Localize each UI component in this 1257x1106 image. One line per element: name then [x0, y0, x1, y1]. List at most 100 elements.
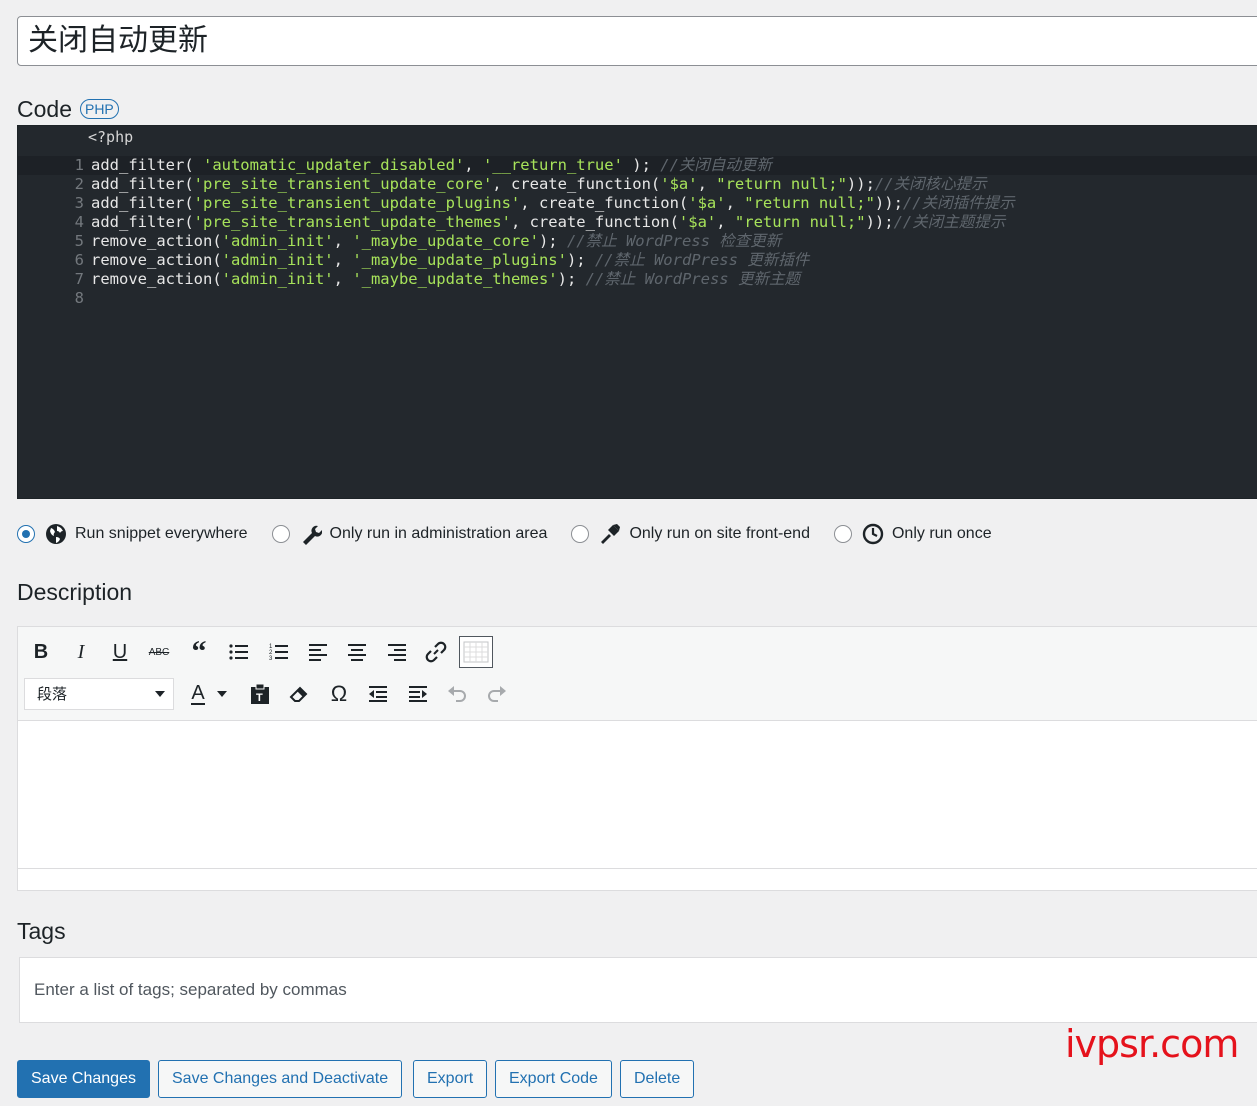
code-text: , [725, 194, 745, 212]
php-open-tag: <?php [88, 128, 134, 146]
undo-icon[interactable] [442, 679, 472, 709]
align-center-icon[interactable] [342, 637, 372, 667]
save-button[interactable]: Save Changes [17, 1060, 150, 1098]
redo-icon[interactable] [482, 679, 512, 709]
line-number: 6 [74, 251, 84, 269]
scope-radio-admin[interactable] [271, 525, 290, 543]
code-comment: //禁止 WordPress 更新主题 [585, 270, 800, 288]
blockquote-icon[interactable]: “ [184, 635, 214, 668]
scope-radio-frontend[interactable] [571, 525, 590, 543]
code-string: 'pre_site_transient_update_plugins' [193, 194, 521, 212]
clock-icon [862, 523, 884, 545]
scope-option-frontend[interactable]: Only run on site front-end [571, 523, 810, 545]
bullet-list-icon[interactable] [224, 637, 254, 667]
code-string: 'admin_init' [221, 232, 334, 250]
code-text: , [333, 232, 353, 250]
code-label: Code [17, 96, 72, 122]
code-string: 'automatic_updater_disabled' [202, 156, 465, 174]
description-heading: Description [17, 579, 133, 605]
chevron-down-icon [155, 691, 165, 697]
line-number: 4 [74, 213, 84, 231]
code-text: add_filter( [91, 213, 194, 231]
code-text: remove_action( [91, 232, 222, 250]
text-color-dropdown-icon[interactable] [214, 679, 230, 709]
paste-text-icon[interactable]: T [245, 679, 275, 709]
code-string: 'pre_site_transient_update_core' [193, 175, 493, 193]
code-comment: //关闭插件提示 [902, 194, 1015, 212]
code-text: , [333, 251, 353, 269]
code-text: ); [622, 156, 661, 174]
svg-text:T: T [256, 692, 263, 704]
code-text: , create_function( [520, 194, 689, 212]
description-body[interactable] [18, 721, 1257, 869]
indent-icon[interactable] [403, 679, 433, 709]
export-button[interactable]: Export [413, 1060, 488, 1098]
code-string: "return null;" [734, 213, 866, 231]
code-line: 2 add_filter('pre_site_transient_update_c… [18, 175, 1257, 194]
code-text: ); [566, 251, 595, 269]
clear-formatting-icon[interactable] [284, 679, 314, 709]
format-select[interactable]: 段落 [24, 678, 174, 710]
scope-label-admin: Only run in administration area [329, 525, 548, 542]
code-section-heading: Code PHP [17, 96, 119, 123]
numbered-list-icon[interactable]: 123 [264, 637, 294, 667]
scope-option-admin[interactable]: Only run in administration area [271, 523, 548, 545]
description-editor: B I U ABC “ 123 段落 A T Ω [17, 626, 1257, 891]
tags-input[interactable]: Enter a list of tags; separated by comma… [19, 957, 1257, 1023]
code-string: '$a' [688, 194, 726, 212]
align-right-icon[interactable] [382, 637, 412, 667]
scope-radio-everywhere[interactable] [17, 525, 35, 543]
code-text: remove_action( [91, 270, 222, 288]
special-character-icon[interactable]: Ω [324, 679, 354, 709]
code-string: '$a' [660, 175, 698, 193]
code-text: , create_function( [510, 213, 679, 231]
strikethrough-icon[interactable]: ABC [144, 637, 174, 667]
code-line: 6 remove_action('admin_init', '_maybe_upd… [18, 251, 1257, 270]
link-icon[interactable] [421, 637, 451, 667]
line-number: 7 [74, 270, 84, 288]
code-string: '_maybe_update_core' [352, 232, 539, 250]
outdent-icon[interactable] [363, 679, 393, 709]
code-string: '__return_true' [482, 156, 623, 174]
text-color-icon[interactable]: A [183, 679, 213, 709]
code-editor[interactable]: <?php 1 add_filter( 'automatic_updater_di… [17, 125, 1257, 499]
code-text: , [716, 213, 735, 231]
scope-radio-once[interactable] [833, 525, 852, 543]
code-string: 'admin_init' [221, 270, 334, 288]
code-text: , [464, 156, 483, 174]
save-deactivate-button[interactable]: Save Changes and Deactivate [158, 1060, 403, 1098]
italic-icon[interactable]: I [66, 637, 96, 667]
export-code-button[interactable]: Export Code [495, 1060, 612, 1098]
delete-button[interactable]: Delete [620, 1060, 695, 1098]
align-left-icon[interactable] [303, 637, 333, 667]
tags-placeholder: Enter a list of tags; separated by comma… [34, 980, 347, 999]
code-text: )); [874, 194, 903, 212]
scope-label-once: Only run once [891, 525, 992, 542]
line-number: 2 [74, 175, 84, 193]
code-line: 7 remove_action('admin_init', '_maybe_upd… [18, 270, 1257, 289]
code-string: '$a' [678, 213, 717, 231]
scope-option-once[interactable]: Only run once [833, 523, 992, 545]
snippet-title-input[interactable]: 关闭自动更新 [17, 16, 1257, 66]
code-string: '_maybe_update_plugins' [352, 251, 567, 269]
code-text: )); [846, 175, 875, 193]
code-comment: //关闭核心提示 [874, 175, 987, 193]
toolbar-toggle-icon[interactable] [459, 636, 493, 668]
editor-toolbar: B I U ABC “ 123 段落 A T Ω [18, 627, 1257, 721]
code-text: , [697, 175, 717, 193]
scope-radio-group: Run snippet everywhere Only run in admin… [17, 520, 1016, 548]
line-number: 5 [74, 232, 84, 250]
globe-icon [45, 523, 67, 545]
language-badge: PHP [79, 99, 119, 119]
code-text: , create_function( [492, 175, 661, 193]
bold-icon[interactable]: B [26, 637, 56, 667]
line-number: 1 [74, 156, 84, 174]
scope-option-everywhere[interactable]: Run snippet everywhere [17, 523, 248, 545]
code-comment: //关闭自动更新 [660, 156, 772, 174]
code-comment: //禁止 WordPress 更新插件 [594, 251, 810, 269]
underline-icon[interactable]: U [105, 637, 135, 667]
code-line: 8 [18, 289, 1257, 308]
code-text: remove_action( [91, 251, 222, 269]
code-string: "return null;" [716, 175, 847, 193]
line-number: 8 [74, 289, 84, 307]
